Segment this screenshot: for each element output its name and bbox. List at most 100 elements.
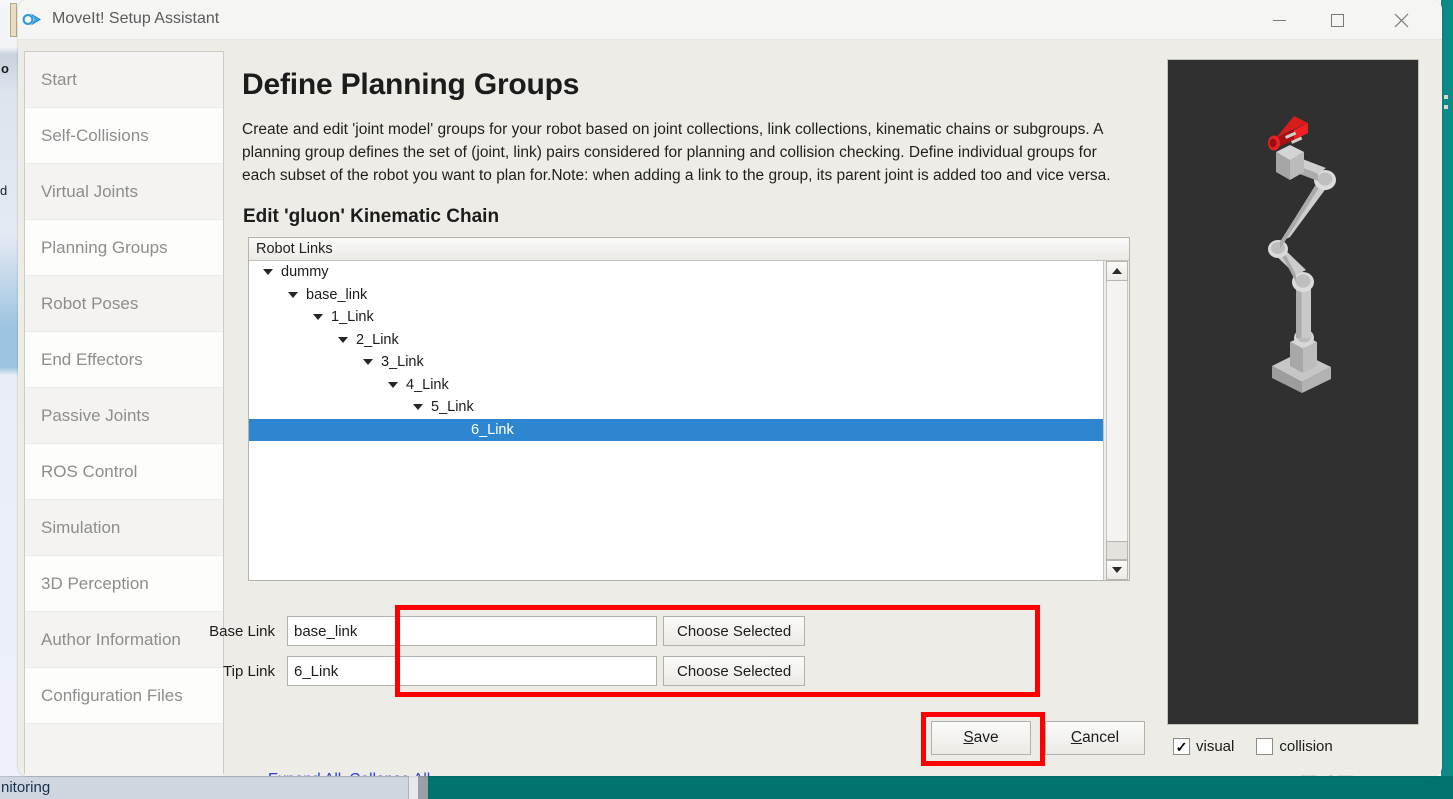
minimize-button[interactable] — [1256, 0, 1302, 40]
cancel-button-mnemonic: C — [1070, 729, 1083, 746]
tree-row[interactable]: 5_Link — [249, 396, 1103, 419]
tip-link-choose-selected-button[interactable]: Choose Selected — [663, 656, 806, 686]
background-right-strip[interactable] — [1441, 0, 1453, 776]
scroll-down-button[interactable] — [1106, 560, 1128, 580]
scrollbar-track[interactable] — [1106, 281, 1128, 560]
moveit-logo-icon — [22, 8, 46, 32]
sidebar-item-start[interactable]: Start — [25, 52, 223, 108]
window-title: MoveIt! Setup Assistant — [52, 10, 220, 27]
taskbar[interactable] — [428, 776, 1453, 799]
save-button-label: ave — [973, 729, 999, 746]
tree-row[interactable]: base_link — [249, 284, 1103, 307]
sidebar-item-simulation[interactable]: Simulation — [25, 500, 223, 556]
background-left-tab[interactable] — [10, 3, 17, 37]
expand-all-link[interactable]: Expand All — [268, 771, 341, 776]
visual-checkbox-label: visual — [1196, 738, 1235, 755]
sidebar-item-planning-groups[interactable]: Planning Groups — [25, 220, 223, 276]
background-bottom-text: nitoring — [1, 779, 51, 796]
sidebar-item-label: 3D Perception — [41, 573, 149, 593]
base-link-input[interactable]: base_link — [287, 616, 657, 646]
page-description: Create and edit 'joint model' groups for… — [242, 121, 1111, 184]
background-right-dot-1 — [1444, 95, 1448, 99]
collapse-all-link[interactable]: Collapse All — [349, 771, 430, 776]
tree-row[interactable]: 4_Link — [249, 374, 1103, 397]
robot-arm-render — [1268, 116, 1336, 393]
sidebar-item-label: Simulation — [41, 517, 121, 537]
scrollbar-thumb[interactable] — [1106, 541, 1128, 560]
sidebar-item-robot-poses[interactable]: Robot Poses — [25, 276, 223, 332]
sidebar-item-3d-perception[interactable]: 3D Perception — [25, 556, 223, 612]
background-right-dot-2 — [1444, 105, 1448, 109]
tree-vertical-scrollbar[interactable] — [1103, 261, 1129, 580]
sidebar-item-passive-joints[interactable]: Passive Joints — [25, 388, 223, 444]
minimize-icon — [1272, 19, 1286, 21]
visualization-display-options: ✓ visual collision — [1173, 738, 1333, 755]
sidebar-item-label: Author Information — [41, 629, 181, 649]
sidebar-item-virtual-joints[interactable]: Virtual Joints — [25, 164, 223, 220]
tree-row-label: 5_Link — [431, 399, 474, 416]
chevron-down-icon[interactable] — [313, 314, 323, 321]
cancel-button[interactable]: Cancel — [1045, 721, 1145, 755]
sidebar-item-label: End Effectors — [41, 349, 143, 369]
tree-row-label: 2_Link — [356, 331, 399, 348]
visual-checkbox[interactable]: ✓ — [1173, 738, 1190, 755]
background-window-bottom[interactable] — [0, 776, 410, 799]
save-button[interactable]: Save — [931, 721, 1031, 755]
sidebar-item-self-collisions[interactable]: Self-Collisions — [25, 108, 223, 164]
page-title: Define Planning Groups — [242, 68, 580, 101]
background-bottom-divider — [408, 776, 418, 799]
triangle-down-icon — [1112, 567, 1122, 573]
close-button[interactable] — [1378, 0, 1424, 40]
sidebar-item-label: Planning Groups — [41, 237, 168, 257]
chevron-down-icon[interactable] — [363, 359, 373, 366]
tree-row[interactable]: 1_Link — [249, 306, 1103, 329]
triangle-up-icon — [1112, 268, 1122, 274]
tip-link-field-row: Tip Link 6_Link Choose Selected — [181, 656, 806, 686]
sidebar-filler — [25, 724, 223, 776]
tree-row[interactable]: 3_Link — [249, 351, 1103, 374]
chevron-down-icon[interactable] — [263, 269, 273, 276]
base-link-field-row: Base Link base_link Choose Selected — [181, 616, 806, 646]
base-link-choose-selected-button[interactable]: Choose Selected — [663, 616, 806, 646]
sidebar-item-ros-control[interactable]: ROS Control — [25, 444, 223, 500]
tree-row-label: 1_Link — [331, 309, 374, 326]
rviz-3d-viewport[interactable] — [1167, 59, 1419, 725]
collision-checkbox[interactable] — [1256, 738, 1274, 755]
chevron-down-icon[interactable] — [388, 381, 398, 388]
scroll-up-button[interactable] — [1106, 261, 1128, 281]
background-left-glyph-1: o — [1, 61, 9, 76]
tree-row-label: 3_Link — [381, 354, 424, 371]
maximize-icon — [1330, 13, 1344, 27]
sidebar-item-end-effectors[interactable]: End Effectors — [25, 332, 223, 388]
tree-row-label: dummy — [281, 264, 329, 281]
title-bar[interactable]: MoveIt! Setup Assistant — [18, 0, 1442, 40]
tree-row-label: 6_Link — [471, 421, 514, 438]
background-left-glyph-2: d — [0, 183, 8, 198]
tree-body[interactable]: dummy base_link 1_Link 2_Link 3_Link 4_L… — [249, 261, 1103, 580]
tree-row-selected[interactable]: 6_Link — [249, 418, 1103, 441]
base-link-label: Base Link — [209, 622, 275, 640]
chevron-down-icon[interactable] — [338, 336, 348, 343]
close-icon — [1394, 13, 1408, 27]
watermark: CSDN @夏毛豆xiAmAodou — [1223, 770, 1442, 776]
tree-row[interactable]: dummy — [249, 261, 1103, 284]
background-bottom-gray-block — [418, 776, 428, 799]
sidebar-item-label: ROS Control — [41, 461, 138, 481]
sidebar-item-label: Self-Collisions — [41, 125, 149, 145]
tip-link-input[interactable]: 6_Link — [287, 656, 657, 686]
chevron-down-icon[interactable] — [413, 404, 423, 411]
chevron-down-icon[interactable] — [288, 291, 298, 298]
sidebar-item-label: Configuration Files — [41, 685, 183, 705]
tree-expand-links: Expand All Collapse All — [268, 771, 438, 776]
tree-row[interactable]: 2_Link — [249, 329, 1103, 352]
collision-checkbox-label: collision — [1279, 738, 1333, 755]
checkmark-icon: ✓ — [1175, 738, 1188, 755]
maximize-button[interactable] — [1314, 0, 1360, 40]
moveit-setup-assistant-window: MoveIt! Setup Assistant Start Self-Colli… — [18, 0, 1442, 776]
sidebar-item-label: Start — [41, 69, 77, 89]
robot-visualization-panel — [1167, 59, 1419, 731]
robot-links-tree-panel: Robot Links dummy base_link 1_Link 2_Lin… — [248, 237, 1130, 581]
save-button-mnemonic: S — [963, 729, 974, 746]
tip-link-label: Tip Link — [223, 662, 275, 680]
tree-row-label: base_link — [306, 286, 368, 303]
